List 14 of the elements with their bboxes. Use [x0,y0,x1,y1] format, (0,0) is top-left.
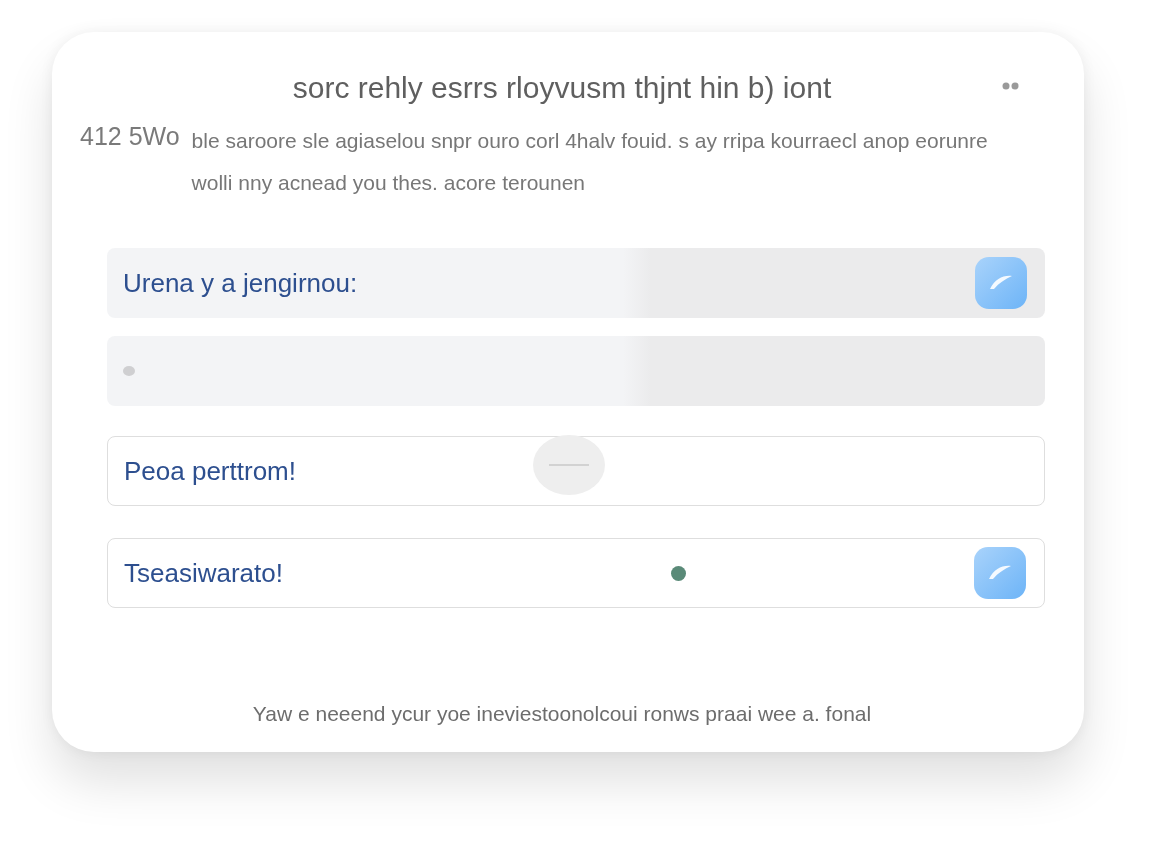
counter-text: 412 5Wo [80,121,180,152]
wave-button[interactable] [975,257,1027,309]
description-text: ble saroore sle agiaselou snpr ouro corl 4halv fouid. s ay rripa kourraecl anop eorunre wolli nny acnead you thes. acore terounen [191,128,989,196]
footer-text: Yaw e neeend ycur yoe ineviestoonolcoui ronws praai wee a. fonal [251,702,873,726]
input-field[interactable] [107,336,1045,406]
dialog-title: sorc rehly esrrs rloyvusm thjnt hin b) iont [292,71,832,105]
row-label: Peoa perttrom! [124,455,296,487]
row-label: Tseasiwarato! [124,557,283,589]
row-label: Urena y a jengirnou: [123,267,358,299]
option-row[interactable]: Peoa perttrom! [107,436,1045,506]
wave-button[interactable] [974,547,1026,599]
more-icon[interactable] [1002,82,1020,90]
option-row[interactable]: Tseasiwarato! [107,538,1045,608]
input-field[interactable]: Urena y a jengirnou: [107,248,1045,318]
